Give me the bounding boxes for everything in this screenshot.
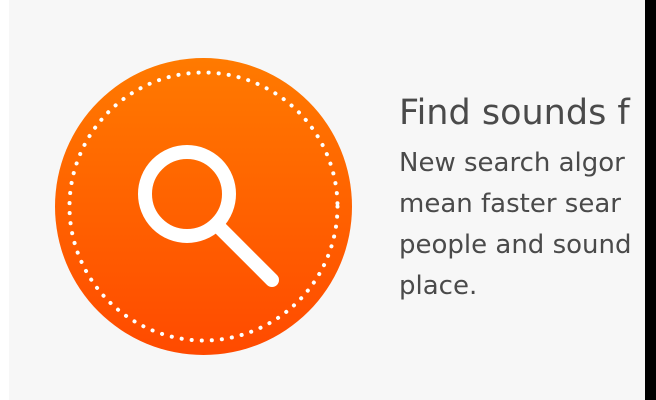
feature-panel: Find sounds f New search algor mean fast… [9,0,645,400]
screenshot-frame: Find sounds f New search algor mean fast… [0,0,656,400]
window-edge [645,0,656,400]
feature-description-line: mean faster sear [399,189,621,219]
feature-description-line: people and sound [399,230,632,260]
feature-description: New search algor mean faster sear people… [399,143,645,307]
feature-description-line: New search algor [399,148,625,178]
feature-badge [55,58,352,355]
search-icon [125,132,285,292]
feature-copy: Find sounds f New search algor mean fast… [399,90,645,307]
feature-headline: Find sounds f [399,93,630,133]
feature-description-line: place. [399,271,478,301]
